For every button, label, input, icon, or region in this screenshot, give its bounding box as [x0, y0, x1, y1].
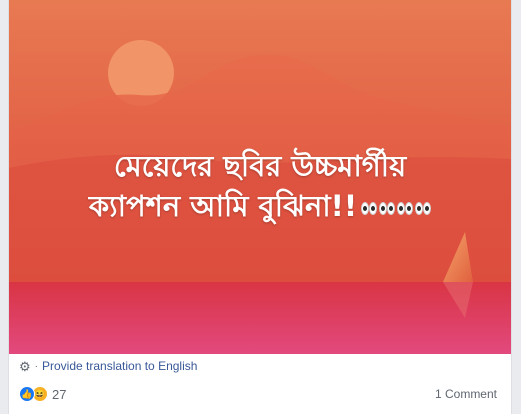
caption-line-2-text: ক্যাপশন আমি বুঝিনা!! [88, 189, 358, 223]
like-icon: 👍 [19, 386, 35, 402]
eyes-emoji [397, 201, 414, 215]
eyes-emoji [415, 201, 432, 215]
post-background-image[interactable]: মেয়েদের ছবির উচ্চমার্গীয় ক্যাপশন আমি ব… [9, 0, 511, 354]
eyes-emoji [361, 201, 378, 215]
post-caption: মেয়েদের ছবির উচ্চমার্গীয় ক্যাপশন আমি ব… [19, 146, 501, 226]
separator-dot: · [34, 360, 38, 372]
reaction-count: 27 [52, 386, 67, 402]
caption-line-2: ক্যাপশন আমি বুঝিনা!! [19, 186, 501, 226]
reaction-icons: 👍 😆 [19, 386, 48, 402]
caption-line-1: মেয়েদের ছবির উচ্চমার্গীয় [113, 149, 407, 183]
comments-count-link[interactable]: 1 Comment [435, 387, 497, 401]
post-card: মেয়েদের ছবির উচ্চমার্গীয় ক্যাপশন আমি ব… [8, 0, 512, 414]
eyes-emoji-group [361, 201, 432, 215]
eyes-emoji [379, 201, 396, 215]
translation-row: ⚙ · Provide translation to English [19, 358, 197, 374]
provide-translation-link[interactable]: Provide translation to English [42, 359, 197, 373]
gear-icon[interactable]: ⚙ [19, 360, 31, 373]
post-footer: 👍 😆 27 1 Comment [19, 384, 497, 404]
reactions-summary[interactable]: 👍 😆 27 [19, 386, 66, 402]
